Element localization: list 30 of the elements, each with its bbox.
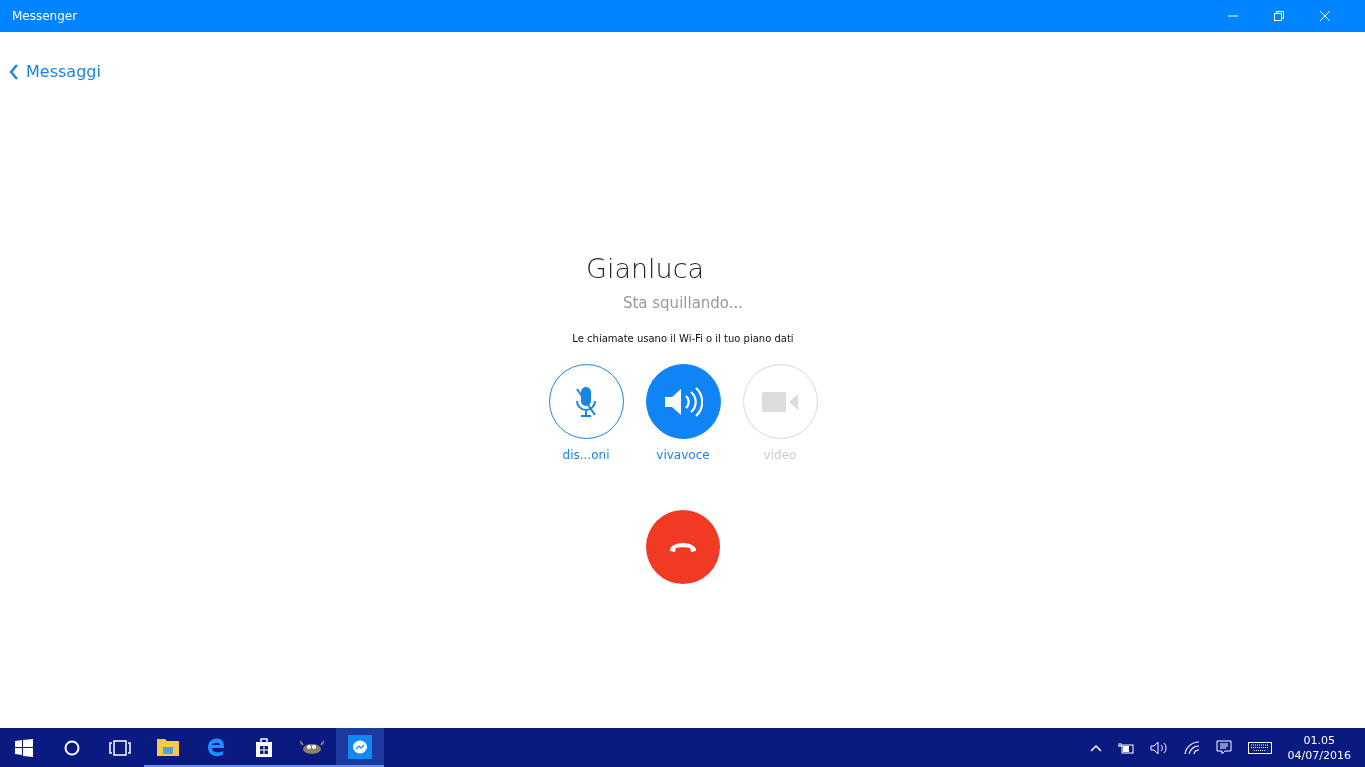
chevron-left-icon xyxy=(9,63,19,80)
window-title: Messenger xyxy=(12,9,78,23)
phone-hangup-icon xyxy=(668,540,698,554)
close-icon[interactable] xyxy=(1319,10,1331,22)
notifications-icon[interactable] xyxy=(1215,739,1232,756)
wifi-icon[interactable] xyxy=(1183,740,1200,755)
speaker-icon[interactable] xyxy=(1149,740,1168,755)
call-notice: Le chiamate usano il Wi-Fi o il tuo piano dati xyxy=(572,333,794,344)
clock-date[interactable]: 04/07/2016 xyxy=(1287,748,1351,762)
chat-bubble-icon[interactable] xyxy=(348,734,372,759)
search-circle-icon[interactable] xyxy=(64,739,80,756)
shopping-bag-icon[interactable] xyxy=(255,736,273,757)
call-status: Sta squillando... xyxy=(622,294,744,312)
chevron-up-icon[interactable] xyxy=(1089,743,1102,752)
keyboard-icon[interactable] xyxy=(1247,741,1272,754)
speaker-icon xyxy=(663,385,703,418)
control-label: vivavoce xyxy=(656,448,710,462)
control-label: dis...oni xyxy=(562,448,610,462)
windows-logo-icon[interactable] xyxy=(15,738,33,757)
restore-icon[interactable] xyxy=(1273,10,1285,22)
muted-microphone-icon xyxy=(573,384,599,419)
browser-e-icon[interactable] xyxy=(206,736,226,757)
contact-name: Gianluca xyxy=(585,253,705,284)
battery-icon[interactable] xyxy=(1117,741,1134,754)
animal-mascot-icon[interactable] xyxy=(300,738,324,755)
clock-time[interactable]: 01.05 xyxy=(1303,733,1336,747)
video-camera-icon xyxy=(761,390,799,413)
back-link[interactable]: Messaggi xyxy=(9,62,101,81)
folder-icon[interactable] xyxy=(157,737,179,756)
task-view-icon[interactable] xyxy=(109,739,131,756)
